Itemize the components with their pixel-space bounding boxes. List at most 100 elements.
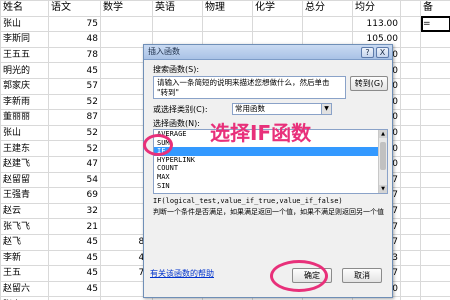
table-cell[interactable]: [400, 218, 421, 235]
table-cell[interactable]: [420, 62, 450, 79]
header-cell[interactable]: 物理: [202, 0, 253, 17]
goto-button[interactable]: 转到(G): [350, 76, 388, 91]
table-cell[interactable]: [420, 233, 450, 251]
table-cell[interactable]: [400, 249, 421, 267]
table-cell[interactable]: [400, 77, 421, 95]
table-cell[interactable]: 王五: [0, 265, 49, 282]
function-list-item[interactable]: MAX: [154, 173, 387, 182]
table-cell[interactable]: [420, 218, 450, 235]
category-select[interactable]: 常用函数 ▼: [232, 103, 332, 115]
table-cell[interactable]: [420, 171, 450, 189]
table-cell[interactable]: [400, 171, 421, 189]
table-cell[interactable]: 87: [48, 109, 101, 126]
table-cell[interactable]: [400, 93, 421, 111]
function-list-item[interactable]: COUNT: [154, 164, 387, 173]
table-cell[interactable]: [420, 46, 450, 64]
table-cell[interactable]: 57: [48, 77, 101, 95]
table-cell[interactable]: [400, 140, 421, 157]
table-cell[interactable]: 45: [48, 62, 101, 79]
table-cell[interactable]: [420, 109, 450, 126]
table-cell[interactable]: 张山: [0, 15, 49, 33]
table-cell[interactable]: [420, 187, 450, 204]
table-cell[interactable]: 赵飞: [0, 233, 49, 251]
search-input[interactable]: 请输入一条简短的说明来描述您想做什么，然后单击 "转到": [153, 76, 346, 99]
table-cell[interactable]: [420, 155, 450, 173]
table-cell[interactable]: 54: [48, 171, 101, 189]
function-list-scrollbar[interactable]: ▲ ▼: [378, 130, 387, 193]
table-cell[interactable]: [420, 77, 450, 95]
table-cell[interactable]: 45: [48, 265, 101, 282]
table-cell[interactable]: 王五五: [0, 46, 49, 64]
header-cell[interactable]: 姓名: [0, 0, 49, 17]
table-cell[interactable]: [420, 93, 450, 111]
table-cell[interactable]: 赵云: [0, 202, 49, 220]
table-cell[interactable]: [400, 15, 421, 33]
help-icon[interactable]: ?: [361, 47, 374, 58]
header-cell[interactable]: 英语: [152, 0, 203, 17]
table-cell[interactable]: 75: [48, 15, 101, 33]
scroll-down-icon[interactable]: ▼: [379, 185, 387, 193]
table-cell[interactable]: 王建东: [0, 140, 49, 157]
table-cell[interactable]: 69: [48, 187, 101, 204]
table-cell[interactable]: [420, 31, 450, 48]
table-cell[interactable]: 李新雨: [0, 93, 49, 111]
table-cell[interactable]: [252, 15, 303, 33]
close-icon[interactable]: X: [376, 47, 389, 58]
table-cell[interactable]: [420, 249, 450, 267]
table-cell[interactable]: =: [420, 15, 450, 33]
header-cell[interactable]: 数学: [100, 0, 153, 17]
table-cell[interactable]: [400, 46, 421, 64]
table-cell[interactable]: 张山: [0, 124, 49, 142]
table-cell[interactable]: [420, 124, 450, 142]
scroll-up-icon[interactable]: ▲: [379, 130, 387, 138]
table-cell[interactable]: 78: [48, 46, 101, 64]
dialog-title-bar[interactable]: 插入函数 ? X: [144, 45, 392, 60]
table-cell[interactable]: [400, 109, 421, 126]
table-cell[interactable]: 赵建飞: [0, 155, 49, 173]
header-cell[interactable]: 化学: [252, 0, 303, 17]
table-cell[interactable]: 113.00: [352, 15, 401, 33]
table-cell[interactable]: 张飞飞: [0, 218, 49, 235]
table-cell[interactable]: 52: [48, 124, 101, 142]
table-cell[interactable]: 47: [48, 155, 101, 173]
table-cell[interactable]: [400, 124, 421, 142]
table-cell[interactable]: 郭家庆: [0, 77, 49, 95]
table-cell[interactable]: 明光的: [0, 62, 49, 79]
table-cell[interactable]: [420, 140, 450, 157]
table-cell[interactable]: 52: [48, 93, 101, 111]
table-cell[interactable]: 赵留留: [0, 171, 49, 189]
table-cell[interactable]: [400, 187, 421, 204]
table-cell[interactable]: 48: [48, 31, 101, 48]
function-list-item[interactable]: HYPERLINK: [154, 156, 387, 165]
table-cell[interactable]: 李斯同: [0, 31, 49, 48]
header-cell[interactable]: 总分: [302, 0, 353, 17]
header-cell[interactable]: 语文: [48, 0, 101, 17]
function-list-item[interactable]: SIN: [154, 182, 387, 191]
table-cell[interactable]: [400, 31, 421, 48]
table-cell[interactable]: 王强青: [0, 187, 49, 204]
table-cell[interactable]: [202, 15, 253, 33]
header-cell[interactable]: [400, 0, 421, 17]
table-cell[interactable]: [420, 202, 450, 220]
table-cell[interactable]: [420, 280, 450, 298]
header-cell[interactable]: 备: [420, 0, 450, 17]
table-cell[interactable]: [100, 15, 153, 33]
table-cell[interactable]: [420, 265, 450, 282]
table-cell[interactable]: 45: [48, 280, 101, 298]
table-cell[interactable]: 赵留六: [0, 280, 49, 298]
table-cell[interactable]: [400, 62, 421, 79]
table-cell[interactable]: 45: [48, 233, 101, 251]
table-cell[interactable]: 45: [48, 249, 101, 267]
table-cell[interactable]: 21: [48, 218, 101, 235]
table-cell[interactable]: [400, 280, 421, 298]
scrollbar-thumb[interactable]: [380, 142, 386, 170]
table-cell[interactable]: [302, 15, 353, 33]
table-cell[interactable]: [400, 233, 421, 251]
header-cell[interactable]: 均分: [352, 0, 401, 17]
table-cell[interactable]: 李新: [0, 249, 49, 267]
table-cell[interactable]: [400, 265, 421, 282]
table-cell[interactable]: [400, 155, 421, 173]
function-list-item[interactable]: IF: [154, 147, 387, 156]
chevron-down-icon[interactable]: ▼: [321, 104, 331, 114]
cancel-button[interactable]: 取消: [342, 268, 382, 283]
